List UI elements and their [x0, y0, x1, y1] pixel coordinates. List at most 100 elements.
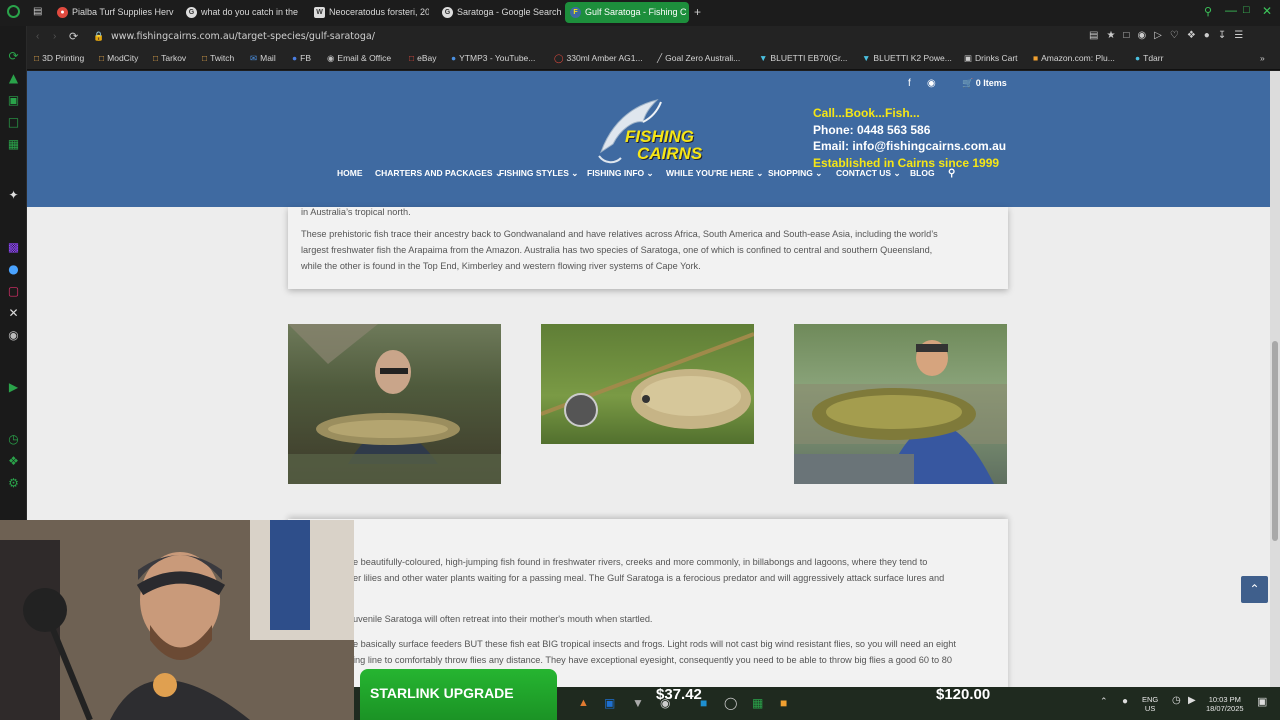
pinboard-icon[interactable]: ▣	[6, 93, 21, 108]
tab-bar: ▤ ● Pialba Turf Supplies Herv Gwhat do yo…	[0, 0, 1280, 26]
bookmark-label: Tarkov	[161, 53, 187, 63]
facebook-icon[interactable]: f	[908, 78, 911, 89]
phone-number[interactable]: Phone: 0448 563 586	[813, 122, 1006, 139]
search-icon[interactable]: ⚲	[948, 168, 955, 179]
tab-saratoga-google[interactable]: G Saratoga - Google Search	[437, 2, 561, 23]
nav-contact-us[interactable]: CONTACT US ⌄	[836, 168, 901, 179]
folder-icon[interactable]: ■	[780, 696, 787, 710]
bookmark-item[interactable]: ● FB	[292, 53, 311, 63]
tab-pialba[interactable]: ● Pialba Turf Supplies Herv	[52, 2, 174, 23]
facebook-icon: ●	[292, 53, 298, 63]
nav-home[interactable]: HOME	[337, 168, 363, 178]
bookmark-item[interactable]: □ eBay	[409, 53, 437, 63]
bookmark-item[interactable]: ◯ 330ml Amber AG1...	[554, 53, 643, 64]
bookmark-item[interactable]: ● YTMP3 - YouTube...	[451, 53, 535, 63]
workspace-icon[interactable]: ▲	[6, 71, 21, 86]
play-icon[interactable]: ▶	[6, 380, 21, 395]
saratoga-photo-1[interactable]	[288, 324, 501, 484]
nav-blog[interactable]: BLOG	[910, 168, 935, 178]
outlook-icon[interactable]: ▣	[604, 696, 615, 710]
back-icon[interactable]: ‹	[36, 31, 39, 42]
m-icon[interactable]: □	[6, 115, 21, 130]
grid-icon[interactable]: ▦	[6, 137, 21, 152]
x-icon[interactable]: ✕	[6, 306, 21, 321]
bookmark-item[interactable]: □ Twitch	[202, 53, 234, 63]
instagram-icon[interactable]: ◉	[927, 78, 936, 89]
ai-icon[interactable]: ✦	[6, 188, 21, 203]
webcam-overlay	[0, 520, 354, 720]
url-field[interactable]: www.fishingcairns.com.au/target-species/…	[111, 31, 375, 42]
microphone-icon[interactable]: ●	[1122, 696, 1128, 707]
clock[interactable]: 10:03 PM 18/07/2025	[1206, 695, 1244, 713]
twitch-icon[interactable]: ▩	[6, 240, 21, 255]
main-nav: HOME CHARTERS AND PACKAGES ⌄ FISHING STY…	[27, 168, 1270, 182]
globe-icon: ◉	[327, 53, 335, 63]
extensions-icon[interactable]: ❖	[6, 454, 21, 469]
bookmark-label: Drinks Cart	[975, 53, 1018, 63]
opera-logo-icon[interactable]	[7, 5, 20, 18]
site-logo[interactable]: FISHING CAIRNS	[591, 94, 711, 166]
wifi-icon[interactable]: ◷	[1172, 695, 1181, 706]
more-bookmarks-icon[interactable]: »	[1260, 53, 1265, 63]
info-line: uvenile Saratoga will often retreat into…	[353, 614, 653, 624]
info-line: er lilies and other water plants waiting…	[353, 573, 945, 583]
nav-charters[interactable]: CHARTERS AND PACKAGES ⌄	[375, 168, 502, 179]
bookmark-item[interactable]: ▣ Drinks Cart	[964, 53, 1018, 64]
close-icon[interactable]: ✕	[1262, 4, 1272, 18]
bookmark-item[interactable]: □ 3D Printing	[34, 53, 84, 63]
brave-icon[interactable]: ▲	[578, 697, 589, 709]
tab-menu-icon[interactable]: ▤	[33, 6, 42, 17]
bookmark-item[interactable]: ▼ BLUETTI K2 Powe...	[862, 53, 952, 63]
language-indicator[interactable]: ENG US	[1142, 695, 1158, 713]
amazon-icon: ■	[1033, 53, 1039, 63]
new-tab-button[interactable]: +	[694, 5, 701, 19]
instagram-icon[interactable]: ▢	[6, 284, 21, 299]
nav-fishing-info[interactable]: FISHING INFO ⌄	[587, 168, 654, 179]
tab-neoceratodus[interactable]: W Neoceratodus forsteri, 20	[309, 2, 429, 23]
cart-link[interactable]: 🛒 0 Items	[962, 78, 1007, 89]
volume-icon[interactable]: ▶	[1188, 695, 1196, 706]
reload-icon[interactable]: ⟳	[69, 30, 78, 43]
bookmark-item[interactable]: ▼ BLUETTI EB70(Gr...	[759, 53, 847, 63]
bookmark-item[interactable]: ╱ Goal Zero Australi...	[657, 53, 740, 64]
scrollbar-thumb[interactable]	[1272, 341, 1278, 541]
saratoga-photo-3[interactable]	[794, 324, 1007, 484]
obs-icon[interactable]: ◯	[724, 696, 737, 710]
scroll-to-top-button[interactable]: ⌃	[1241, 576, 1268, 603]
bookmark-item[interactable]: ◉ Email & Office	[327, 53, 391, 64]
notification-icon[interactable]: ▣	[1257, 695, 1267, 708]
saratoga-photo-2[interactable]	[541, 324, 754, 444]
aria-icon[interactable]: ⟳	[6, 49, 21, 64]
info-line: ing line to comfortably throw flies any …	[353, 655, 952, 665]
chevron-down-icon: ⌄	[815, 168, 823, 178]
settings-icon[interactable]: ⚙	[6, 476, 21, 491]
email-address[interactable]: Email: info@fishingcairns.com.au	[813, 138, 1006, 155]
bookmark-item[interactable]: ✉ Mail	[250, 53, 276, 64]
search-tabs-icon[interactable]: ⚲	[1204, 5, 1212, 18]
messenger-icon[interactable]: ●	[6, 262, 21, 277]
history-icon[interactable]: ◷	[6, 432, 21, 447]
minimize-icon[interactable]: —	[1225, 3, 1237, 17]
bookmarks-bar: □ 3D Printing □ ModCity □ Tarkov □ Twitch ✉ M…	[27, 50, 1280, 70]
tab-gulf-saratoga[interactable]: F Gulf Saratoga - Fishing C	[565, 2, 689, 23]
nav-shopping[interactable]: SHOPPING ⌄	[768, 168, 822, 179]
clock-date: 18/07/2025	[1206, 704, 1244, 713]
discord-icon[interactable]: ◉	[6, 328, 21, 343]
tab-what-do-you-catch[interactable]: Gwhat do you catch in the	[181, 2, 299, 23]
bookmark-item[interactable]: ■ Amazon.com: Plu...	[1033, 53, 1115, 63]
sheets-icon[interactable]: ▦	[752, 696, 763, 710]
nav-while-youre-here[interactable]: WHILE YOU'RE HERE ⌄	[666, 168, 763, 179]
nav-fishing-styles[interactable]: FISHING STYLES ⌄	[499, 168, 578, 179]
shield-icon[interactable]: ▼	[632, 696, 644, 710]
bookmark-item[interactable]: □ Tarkov	[153, 53, 186, 63]
cart-label: 0 Items	[975, 78, 1007, 88]
maximize-icon[interactable]: □	[1243, 4, 1250, 16]
forward-icon[interactable]: ›	[53, 31, 56, 42]
nav-label: WHILE YOU'RE HERE	[666, 168, 754, 178]
bookmark-item[interactable]: □ ModCity	[99, 53, 138, 63]
folder-icon: □	[99, 53, 105, 63]
tray-expand-icon[interactable]: ⌃	[1100, 696, 1108, 707]
toolbar-icons[interactable]: ▤★□◉▷♡❖●↧☰	[1089, 30, 1251, 41]
page-scrollbar[interactable]	[1270, 71, 1280, 687]
bookmark-item[interactable]: ● Tdarr	[1135, 53, 1163, 63]
